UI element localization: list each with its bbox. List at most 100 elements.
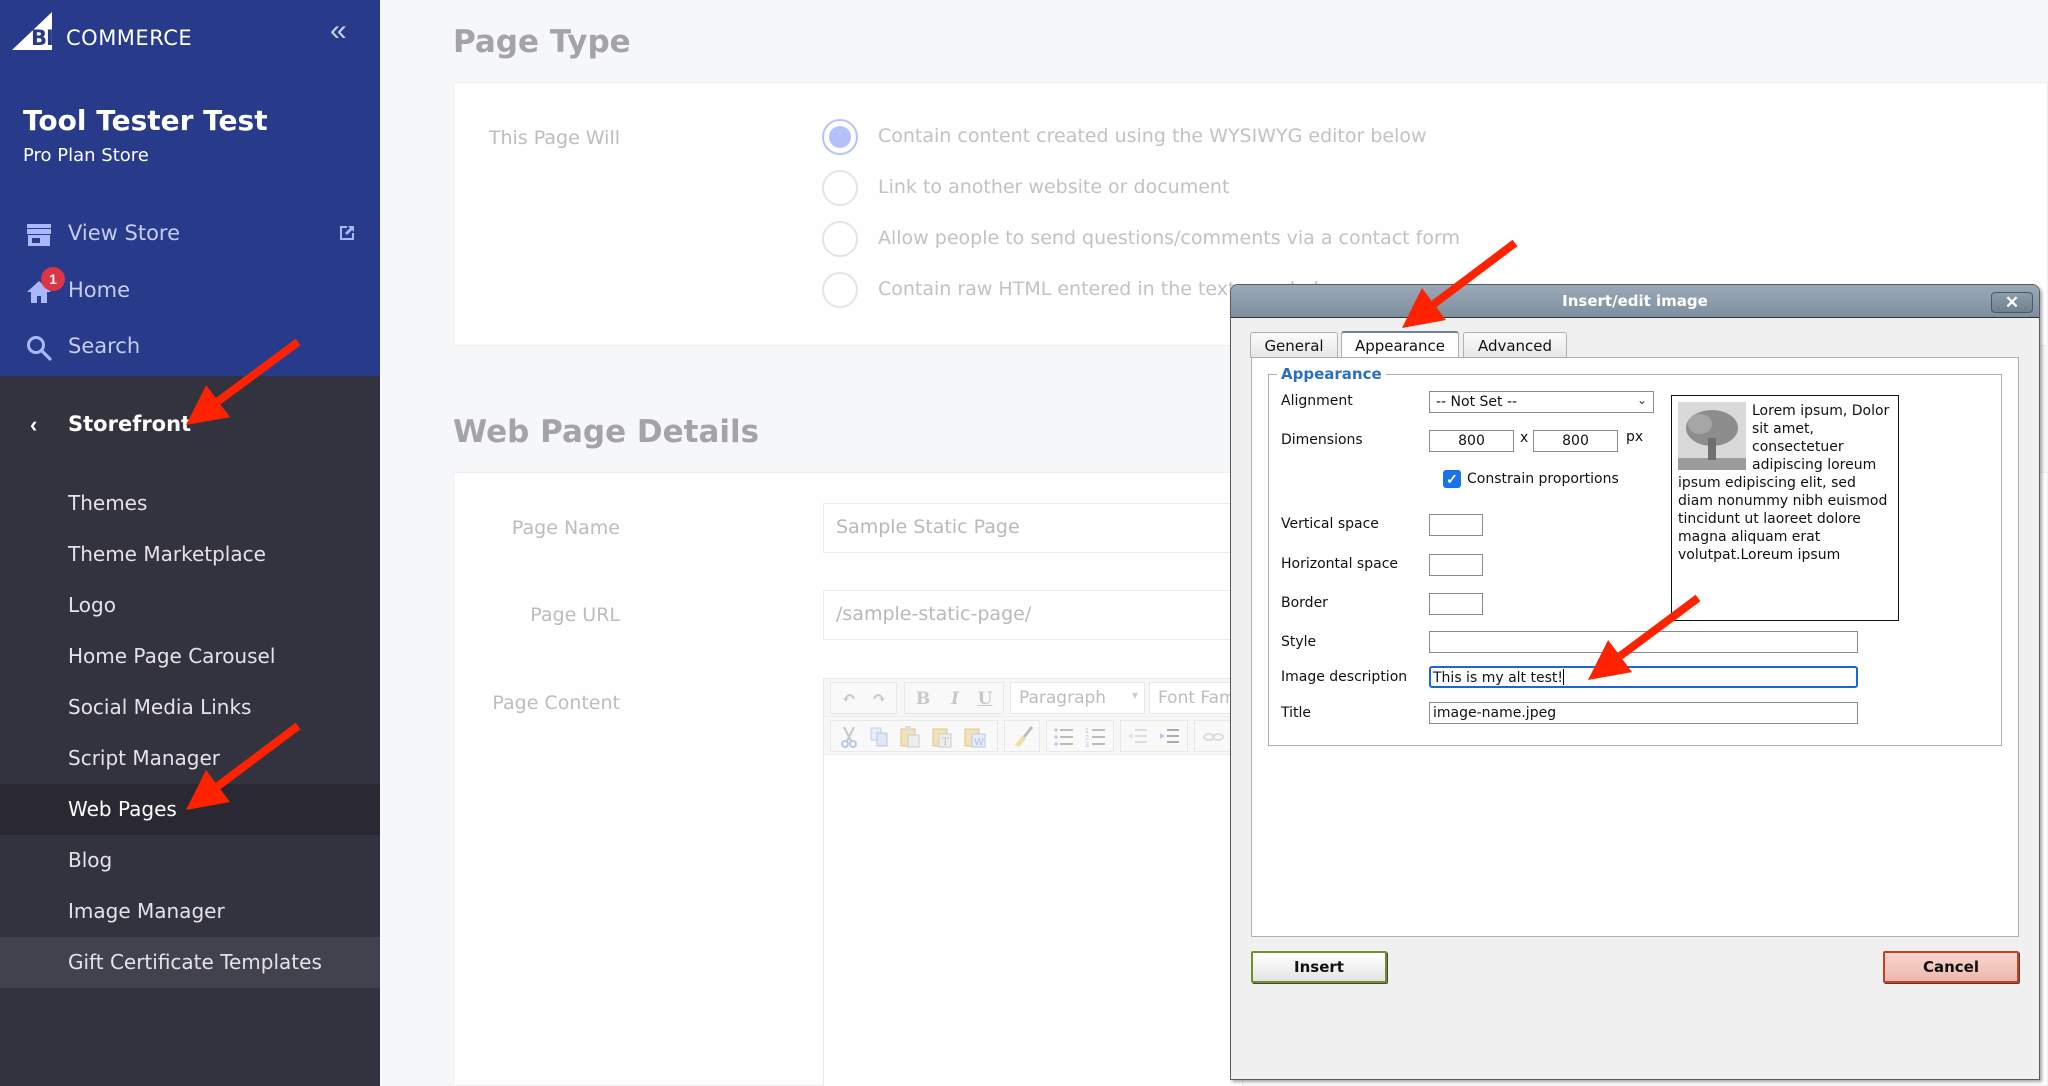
external-link-icon[interactable] (337, 223, 357, 243)
sidebar-item-social-media-links[interactable]: Social Media Links (0, 682, 380, 733)
text-style-group: B I U (904, 682, 1004, 714)
page-name-input[interactable]: Sample Static Page (823, 503, 1243, 553)
constrain-proportions-checkbox[interactable]: ✓ (1443, 470, 1461, 488)
editor-toolbar-row-1: ↶ ↷ B I U Paragraph ▾ Font Family (824, 679, 1249, 717)
sidebar-item-gift-certificate-templates[interactable]: Gift Certificate Templates (0, 937, 380, 988)
sidebar-item-web-pages[interactable]: Web Pages (0, 784, 380, 835)
web-page-details-heading: Web Page Details (453, 414, 760, 450)
sidebar-item-view-store[interactable]: View Store (0, 209, 380, 259)
underline-button[interactable]: U (973, 687, 997, 711)
store-name: Tool Tester Test (23, 104, 268, 137)
sidebar-item-label: Gift Certificate Templates (68, 950, 322, 974)
logo-commerce-text: COMMERCE (66, 26, 193, 50)
svg-text:2: 2 (1085, 735, 1089, 742)
sidebar-item-themes[interactable]: Themes (0, 478, 380, 529)
title-input[interactable]: image-name.jpeg (1429, 702, 1858, 724)
image-preview: Lorem ipsum, Dolor sit amet, consectetue… (1671, 395, 1899, 621)
undo-icon[interactable]: ↶ (837, 687, 861, 711)
width-input[interactable]: 800 (1429, 430, 1514, 452)
sidebar-item-label: Script Manager (68, 746, 221, 770)
cut-icon[interactable] (839, 726, 859, 748)
list-group: 123 (1046, 720, 1114, 752)
unit-label: px (1626, 429, 1644, 445)
indent-icon[interactable] (1159, 726, 1181, 748)
cleanup-icon[interactable] (1012, 725, 1034, 749)
sidebar-item-label: Themes (68, 491, 148, 515)
vertical-space-label: Vertical space (1281, 516, 1379, 532)
tab-advanced[interactable]: Advanced (1463, 332, 1567, 358)
sidebar-item-label: Blog (68, 848, 113, 872)
this-page-will-label: This Page Will (488, 127, 620, 149)
format-select[interactable]: Paragraph ▾ (1010, 682, 1145, 714)
page-content-label: Page Content (492, 692, 620, 714)
sidebar-item-script-manager[interactable]: Script Manager (0, 733, 380, 784)
editor-body[interactable] (824, 756, 1242, 1086)
svg-text:1: 1 (1085, 728, 1089, 735)
style-input[interactable] (1429, 631, 1858, 653)
alignment-select-value: -- Not Set -- (1436, 394, 1518, 410)
svg-text:3: 3 (1085, 742, 1089, 748)
sidebar-item-label: Web Pages (68, 797, 177, 821)
undo-redo-group: ↶ ↷ (830, 682, 897, 714)
radio-link[interactable] (822, 170, 858, 206)
cleanup-group (1004, 720, 1040, 752)
sidebar-item-label: Logo (68, 593, 116, 617)
dimension-separator: x (1520, 430, 1529, 446)
horizontal-space-input[interactable] (1429, 554, 1483, 576)
alignment-select[interactable]: -- Not Set -- ⌄ (1429, 391, 1654, 413)
page-name-label: Page Name (511, 517, 620, 539)
radio-raw-html[interactable] (822, 272, 858, 308)
back-chevron-icon[interactable]: ‹ (30, 412, 37, 438)
cancel-button[interactable]: Cancel (1883, 951, 2019, 983)
clipboard-group: T W (830, 720, 998, 752)
bullet-list-icon[interactable] (1053, 726, 1075, 748)
title-label: Title (1281, 705, 1312, 721)
sidebar-item-logo[interactable]: Logo (0, 580, 380, 631)
page-url-input[interactable]: /sample-static-page/ (823, 590, 1243, 640)
page-url-label: Page URL (530, 604, 620, 626)
vertical-space-input[interactable] (1429, 514, 1483, 536)
close-icon[interactable]: ✕ (1991, 292, 2033, 313)
outdent-icon[interactable] (1127, 726, 1149, 748)
appearance-panel: Appearance Alignment -- Not Set -- ⌄ Dim… (1251, 357, 2019, 937)
sidebar-item-label: Home Page Carousel (68, 644, 276, 668)
paste-icon[interactable] (899, 725, 921, 749)
text-caret (1562, 669, 1564, 685)
style-label: Style (1281, 634, 1317, 650)
collapse-sidebar-button[interactable]: « (330, 16, 347, 46)
sidebar-item-search[interactable]: Search (0, 322, 380, 372)
page-type-heading: Page Type (453, 24, 631, 60)
appearance-fieldset: Appearance Alignment -- Not Set -- ⌄ Dim… (1268, 365, 2002, 746)
sidebar-item-image-manager[interactable]: Image Manager (0, 886, 380, 937)
sidebar-header: BIG COMMERCE « Tool Tester Test Pro Plan… (0, 0, 380, 376)
logo-big-text: BIG (31, 26, 70, 50)
image-description-input[interactable]: This is my alt test! (1429, 666, 1858, 688)
image-description-value: This is my alt test! (1433, 670, 1563, 686)
height-input[interactable]: 800 (1533, 430, 1618, 452)
bold-button[interactable]: B (911, 687, 935, 711)
paste-text-icon[interactable]: T (931, 725, 953, 749)
paste-word-icon[interactable]: W (963, 725, 987, 749)
tab-general[interactable]: General (1250, 332, 1338, 358)
radio-label-wysiwyg: Contain content created using the WYSIWY… (878, 125, 1427, 147)
tab-appearance[interactable]: Appearance (1341, 331, 1459, 359)
chevron-down-icon: ▾ (1131, 688, 1138, 702)
dialog-title-bar[interactable]: Insert/edit image ✕ (1231, 285, 2039, 318)
svg-text:T: T (942, 737, 949, 748)
radio-contact-form[interactable] (822, 221, 858, 257)
numbered-list-icon[interactable]: 123 (1085, 726, 1107, 748)
border-input[interactable] (1429, 593, 1483, 615)
sidebar-item-theme-marketplace[interactable]: Theme Marketplace (0, 529, 380, 580)
link-icon[interactable] (1203, 729, 1225, 745)
bigcommerce-logo[interactable]: BIG COMMERCE (12, 12, 192, 52)
border-label: Border (1281, 595, 1328, 611)
section-title-storefront[interactable]: Storefront (68, 412, 191, 436)
italic-button[interactable]: I (943, 687, 967, 711)
radio-wysiwyg[interactable] (822, 119, 858, 155)
alignment-label: Alignment (1281, 393, 1353, 409)
redo-icon[interactable]: ↷ (867, 687, 891, 711)
sidebar-item-home-page-carousel[interactable]: Home Page Carousel (0, 631, 380, 682)
copy-icon[interactable] (869, 726, 889, 748)
sidebar-item-blog[interactable]: Blog (0, 835, 380, 886)
insert-button[interactable]: Insert (1251, 951, 1387, 983)
